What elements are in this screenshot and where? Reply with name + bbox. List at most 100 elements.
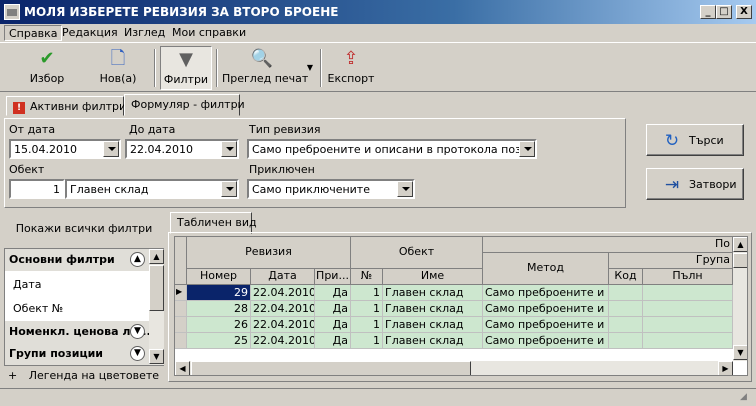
menu-moi-spravki[interactable]: Мои справки <box>168 25 250 41</box>
cell-pri[interactable]: Да <box>315 301 351 317</box>
col-header-number[interactable]: Номер <box>187 269 251 285</box>
group-item-groups[interactable]: Групи позиции ▼ <box>5 343 149 365</box>
cell-pal[interactable] <box>643 317 733 333</box>
cell-code[interactable] <box>609 285 643 301</box>
select-button[interactable]: ✔ Избор <box>22 46 72 90</box>
dropdown-arrow-icon[interactable] <box>103 141 119 157</box>
filters-button[interactable]: ▼ Филтри <box>160 46 212 90</box>
filter-item-object[interactable]: Обект № <box>5 299 149 318</box>
grid-horizontal-scrollbar[interactable]: ◀ ▶ <box>175 361 733 375</box>
object-number-input[interactable]: 1 <box>9 179 65 199</box>
new-button[interactable]: 🗋 Нов(а) <box>92 46 144 90</box>
legend-bar[interactable]: + Легенда на цветовете <box>4 368 164 384</box>
cell-method[interactable]: Само преброените и о... <box>483 285 609 301</box>
cell-name[interactable]: Главен склад <box>383 333 483 349</box>
resize-grip-icon[interactable]: ◢ <box>740 392 752 404</box>
cell-number[interactable]: 25 <box>187 333 251 349</box>
cell-name[interactable]: Главен склад <box>383 301 483 317</box>
row-indicator <box>175 317 187 333</box>
group-header-revision: Ревизия <box>187 237 351 269</box>
close-button[interactable]: X <box>736 5 752 19</box>
cell-no[interactable]: 1 <box>351 285 383 301</box>
col-header-no[interactable]: № <box>351 269 383 285</box>
dropdown-arrow-icon[interactable] <box>221 141 237 157</box>
filter-item-date[interactable]: Дата <box>5 275 149 294</box>
col-header-pri[interactable]: При... <box>315 269 351 285</box>
group-basic-filters[interactable]: Основни филтри ▲ <box>5 249 149 271</box>
scroll-thumb[interactable] <box>191 361 471 375</box>
scroll-up-arrow-icon[interactable]: ▲ <box>149 249 164 264</box>
cell-pri[interactable]: Да <box>315 333 351 349</box>
filter-form-panel: От дата 15.04.2010 До дата 22.04.2010 Ти… <box>4 118 626 208</box>
cell-number[interactable]: 29 <box>187 285 251 301</box>
dropdown-arrow-icon[interactable] <box>519 141 535 157</box>
scroll-left-arrow-icon[interactable]: ◀ <box>175 361 190 375</box>
cell-name[interactable]: Главен склад <box>383 285 483 301</box>
scroll-right-arrow-icon[interactable]: ▶ <box>718 361 733 375</box>
tab-form-filters[interactable]: Формуляр - филтри <box>124 94 245 116</box>
cell-pal[interactable] <box>643 285 733 301</box>
search-button[interactable]: ↻ Търси <box>646 124 744 156</box>
menu-spravka[interactable]: Справка <box>4 25 63 41</box>
cell-pri[interactable]: Да <box>315 285 351 301</box>
cell-pal[interactable] <box>643 301 733 317</box>
print-preview-dropdown-icon[interactable]: ▼ <box>304 63 316 73</box>
cell-date[interactable]: 22.04.2010 <box>251 333 315 349</box>
print-preview-label: Преглед печат <box>222 72 309 85</box>
from-date-picker[interactable]: 15.04.2010 <box>9 139 121 159</box>
menu-izgled[interactable]: Изглед <box>120 25 169 41</box>
completed-select[interactable]: Само приключените <box>247 179 415 199</box>
close-dialog-button[interactable]: ⇥ Затвори <box>646 168 744 200</box>
col-header-code[interactable]: Код <box>609 269 643 285</box>
cell-code[interactable] <box>609 301 643 317</box>
scroll-down-arrow-icon[interactable]: ▼ <box>733 345 747 360</box>
show-all-filters-button[interactable]: Покажи всички филтри <box>4 212 164 246</box>
maximize-button[interactable]: □ <box>716 5 732 19</box>
to-date-label: До дата <box>129 123 176 136</box>
cell-method[interactable]: Само преброените и о... <box>483 333 609 349</box>
grid-vertical-scrollbar[interactable]: ▲ ▼ <box>733 237 747 361</box>
cell-no[interactable]: 1 <box>351 301 383 317</box>
chevron-up-icon[interactable]: ▲ <box>130 252 145 267</box>
scroll-up-arrow-icon[interactable]: ▲ <box>733 237 747 252</box>
cell-number[interactable]: 28 <box>187 301 251 317</box>
cell-date[interactable]: 22.04.2010 <box>251 285 315 301</box>
type-select[interactable]: Само преброените и описани в протокола п… <box>247 139 537 159</box>
cell-pri[interactable]: Да <box>315 317 351 333</box>
chevron-down-icon[interactable]: ▼ <box>130 346 145 361</box>
cell-date[interactable]: 22.04.2010 <box>251 301 315 317</box>
scroll-thumb[interactable] <box>733 253 747 268</box>
col-header-pal[interactable]: Пълн <box>643 269 733 285</box>
col-header-date[interactable]: Дата <box>251 269 315 285</box>
group-price-list[interactable]: Номенкл. ценова ли... ▼ <box>5 321 149 343</box>
tab-active-filters[interactable]: ! Активни филтри <box>6 96 126 116</box>
cell-method[interactable]: Само преброените и о... <box>483 301 609 317</box>
export-button[interactable]: ⇪ Експорт <box>326 46 376 90</box>
status-bar: ◢ <box>0 388 756 406</box>
tab-table-view[interactable]: Табличен вид <box>170 212 257 234</box>
scroll-down-arrow-icon[interactable]: ▼ <box>149 349 164 364</box>
menu-redakcia[interactable]: Редакция <box>58 25 122 41</box>
cell-pal[interactable] <box>643 333 733 349</box>
cell-code[interactable] <box>609 333 643 349</box>
tree-scrollbar[interactable]: ▲ ▼ <box>149 249 164 365</box>
cell-method[interactable]: Само преброените и о... <box>483 317 609 333</box>
col-header-method[interactable]: Метод <box>483 253 609 285</box>
print-preview-button[interactable]: 🔍 Преглед печат <box>222 46 308 90</box>
to-date-picker[interactable]: 22.04.2010 <box>125 139 239 159</box>
cell-number[interactable]: 26 <box>187 317 251 333</box>
dropdown-arrow-icon[interactable] <box>221 181 237 197</box>
dropdown-arrow-icon[interactable] <box>397 181 413 197</box>
cell-name[interactable]: Главен склад <box>383 317 483 333</box>
col-header-name[interactable]: Име <box>383 269 483 285</box>
expand-plus-icon[interactable]: + <box>8 369 17 382</box>
cell-no[interactable]: 1 <box>351 317 383 333</box>
cell-date[interactable]: 22.04.2010 <box>251 317 315 333</box>
minimize-button[interactable]: _ <box>700 5 716 19</box>
object-select[interactable]: Главен склад <box>65 179 239 199</box>
cell-no[interactable]: 1 <box>351 333 383 349</box>
group-item-groups-label: Групи позиции <box>9 347 104 360</box>
chevron-down-icon[interactable]: ▼ <box>130 324 145 339</box>
cell-code[interactable] <box>609 317 643 333</box>
scroll-thumb[interactable] <box>149 265 164 311</box>
